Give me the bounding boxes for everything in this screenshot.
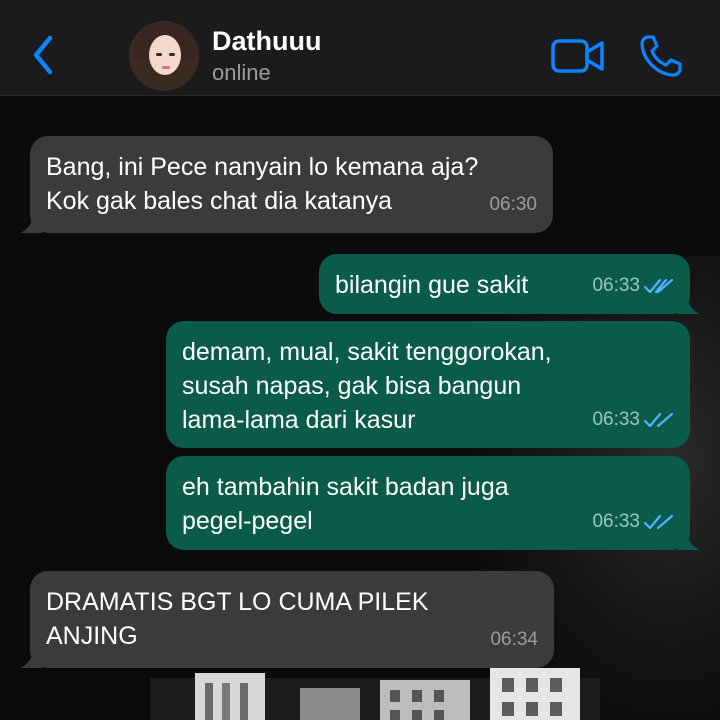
avatar[interactable]	[129, 21, 199, 91]
phone-icon[interactable]	[638, 33, 684, 79]
message-outgoing[interactable]: demam, mual, sakit tenggorokan, susah na…	[166, 321, 690, 448]
contact-status: online	[212, 60, 271, 85]
read-receipt-icon	[643, 278, 674, 294]
message-time: 06:34	[490, 629, 538, 650]
chevron-left-icon[interactable]	[26, 30, 62, 80]
chat-header: Dathuuu online	[0, 0, 720, 96]
message-time: 06:30	[489, 194, 537, 215]
message-incoming[interactable]: DRAMATIS BGT LO CUMA PILEK ANJING 06:34	[20, 571, 554, 668]
wallpaper-buildings	[150, 668, 600, 720]
message-outgoing[interactable]: eh tambahin sakit badan juga pegel-pegel…	[166, 456, 700, 550]
message-text: Bang, ini Pece nanyain lo kemana aja? Ko…	[46, 153, 479, 215]
video-camera-icon[interactable]	[550, 36, 606, 76]
read-receipt-icon	[643, 514, 674, 530]
message-time: 06:33	[592, 275, 640, 296]
message-time: 06:33	[592, 409, 640, 430]
bubble-tail	[20, 209, 42, 233]
bubble-tail	[678, 290, 700, 314]
message-outgoing[interactable]: bilangin gue sakit 06:33	[319, 254, 700, 314]
chat-area[interactable]: Bang, ini Pece nanyain lo kemana aja? Ko…	[0, 96, 720, 720]
message-incoming[interactable]: Bang, ini Pece nanyain lo kemana aja? Ko…	[20, 136, 553, 233]
contact-name[interactable]: Dathuuu	[212, 26, 321, 57]
message-text: DRAMATIS BGT LO CUMA PILEK ANJING	[46, 588, 429, 650]
message-time: 06:33	[592, 511, 640, 532]
bubble-tail	[678, 526, 700, 550]
read-receipt-icon	[643, 412, 674, 428]
bubble-tail	[20, 644, 42, 668]
